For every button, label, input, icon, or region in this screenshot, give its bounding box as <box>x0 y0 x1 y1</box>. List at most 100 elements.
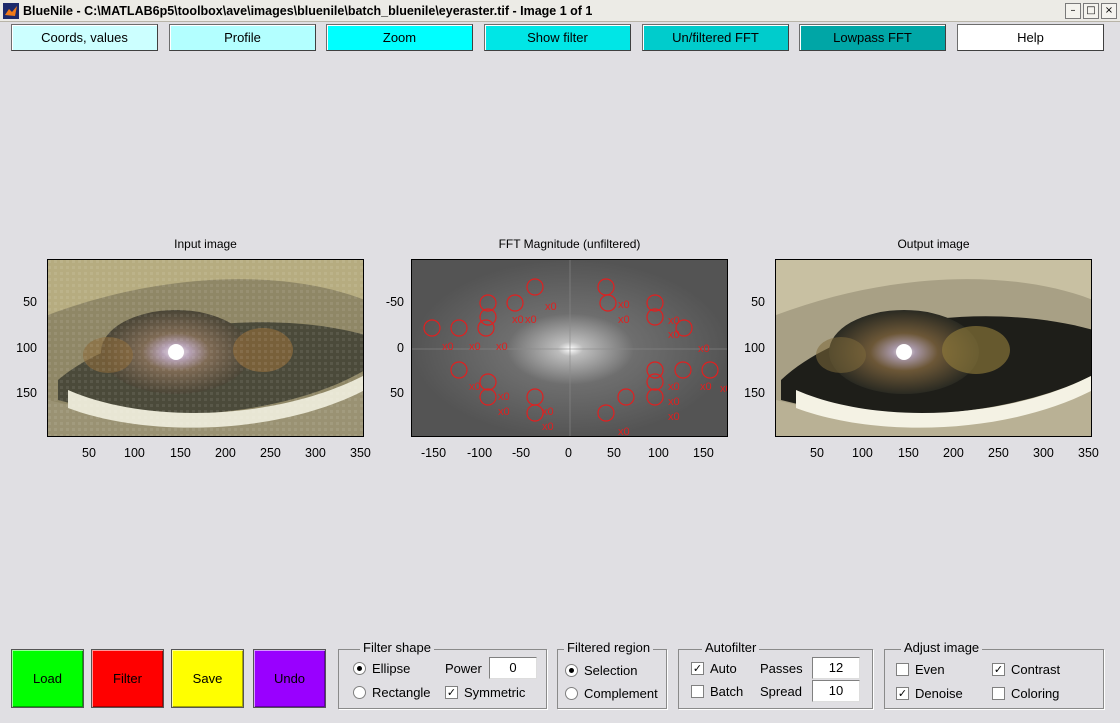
complement-label: Complement <box>584 686 658 701</box>
minimize-icon[interactable]: – <box>1065 3 1081 19</box>
xtick: 250 <box>260 446 281 460</box>
filter-marker-label: x0 <box>542 421 554 433</box>
filter-button[interactable]: Filter <box>91 649 164 708</box>
input-image[interactable] <box>47 259 364 437</box>
maximize-icon[interactable]: □ <box>1083 3 1099 19</box>
unfiltered-fft-button[interactable]: Un/filtered FFT <box>642 24 789 51</box>
filter-marker-label: x0 <box>525 314 537 326</box>
zoom-button[interactable]: Zoom <box>326 24 473 51</box>
radio-selected-icon[interactable] <box>565 664 578 677</box>
denoise-checkbox[interactable]: ✓ Denoise <box>896 686 963 701</box>
filter-marker-label: x0 <box>618 426 630 437</box>
radio-icon[interactable] <box>353 686 366 699</box>
checkmark-icon[interactable]: ✓ <box>691 662 704 675</box>
selection-radio[interactable]: Selection <box>565 663 637 678</box>
ytick: 100 <box>744 341 765 355</box>
radio-selected-icon[interactable] <box>353 662 366 675</box>
ytick: 100 <box>16 341 37 355</box>
xtick: 100 <box>124 446 145 460</box>
output-image[interactable] <box>775 259 1092 437</box>
spread-input[interactable]: 10 <box>812 680 860 702</box>
batch-label: Batch <box>710 684 744 699</box>
ytick: 50 <box>390 386 404 400</box>
filter-marker-label: x0 <box>469 381 481 393</box>
filter-marker-label: x0 <box>469 341 481 353</box>
filter-marker-label: x0 <box>668 315 680 327</box>
fft-magnitude-image[interactable]: x0x0x0x0x0x0x0x0x0x0x0x0x0x0x0x0x0x0x0x0… <box>411 259 728 437</box>
power-input[interactable]: 0 <box>489 657 537 679</box>
filter-marker-label: x0 <box>442 341 454 353</box>
adjust-image-legend: Adjust image <box>901 640 983 655</box>
filter-marker-label: x0 <box>512 314 524 326</box>
checkmark-icon[interactable]: ✓ <box>992 663 1005 676</box>
filter-marker-label: x0 <box>618 314 630 326</box>
profile-button[interactable]: Profile <box>169 24 316 51</box>
autofilter-legend: Autofilter <box>702 640 760 655</box>
xtick: 200 <box>215 446 236 460</box>
input-image-title: Input image <box>174 237 237 251</box>
fft-title: FFT Magnitude (unfiltered) <box>498 237 641 251</box>
radio-icon[interactable] <box>565 687 578 700</box>
checkbox-icon[interactable] <box>691 685 704 698</box>
filter-marker-label: x0 <box>498 406 510 418</box>
filtered-region-legend: Filtered region <box>564 640 654 655</box>
checkbox-icon[interactable] <box>992 687 1005 700</box>
selection-label: Selection <box>584 663 638 678</box>
power-label: Power <box>445 661 482 676</box>
undo-button[interactable]: Undo <box>253 649 326 708</box>
show-filter-button[interactable]: Show filter <box>484 24 631 51</box>
xtick: 100 <box>852 446 873 460</box>
filter-marker-label: x0 <box>496 341 508 353</box>
xtick: -100 <box>467 446 493 460</box>
output-image-title: Output image <box>897 237 970 251</box>
xtick: 250 <box>988 446 1009 460</box>
even-checkbox[interactable]: Even <box>896 662 945 677</box>
rectangle-radio[interactable]: Rectangle <box>353 685 431 700</box>
filter-shape-legend: Filter shape <box>360 640 434 655</box>
ellipse-radio[interactable]: Ellipse <box>353 661 410 676</box>
contrast-checkbox[interactable]: ✓ Contrast <box>992 662 1060 677</box>
title-bar: BlueNile - C:\MATLAB6p5\toolbox\ave\imag… <box>0 0 1120 22</box>
help-button[interactable]: Help <box>957 24 1104 51</box>
checkbox-icon[interactable] <box>896 663 909 676</box>
passes-label: Passes <box>760 661 803 676</box>
checkmark-icon[interactable]: ✓ <box>445 686 458 699</box>
xtick: 0 <box>565 446 572 460</box>
xtick: -50 <box>512 446 531 460</box>
filter-marker-label: x0 <box>668 396 680 408</box>
symmetric-label: Symmetric <box>464 685 526 700</box>
coloring-checkbox[interactable]: Coloring <box>992 686 1059 701</box>
filter-marker-label: x0 <box>498 391 510 403</box>
auto-label: Auto <box>710 661 737 676</box>
autofilter-group: Autofilter ✓ Auto Batch Passes 12 Spread… <box>678 640 873 709</box>
symmetric-checkbox[interactable]: ✓ Symmetric <box>445 685 525 700</box>
xtick: 50 <box>82 446 96 460</box>
coords-values-button[interactable]: Coords, values <box>11 24 158 51</box>
even-label: Even <box>915 662 945 677</box>
ytick: 150 <box>744 386 765 400</box>
close-icon[interactable]: × <box>1101 3 1117 19</box>
auto-checkbox[interactable]: ✓ Auto <box>691 661 737 676</box>
filter-marker-label: x0 <box>668 411 680 423</box>
lowpass-fft-button[interactable]: Lowpass FFT <box>799 24 946 51</box>
xtick: 100 <box>648 446 669 460</box>
complement-radio[interactable]: Complement <box>565 686 658 701</box>
filter-marker-label: x0 <box>542 406 554 418</box>
xtick: 300 <box>305 446 326 460</box>
filter-marker-label: x0 <box>668 329 680 341</box>
xtick: 300 <box>1033 446 1054 460</box>
batch-checkbox[interactable]: Batch <box>691 684 743 699</box>
checkmark-icon[interactable]: ✓ <box>896 687 909 700</box>
xtick: 50 <box>607 446 621 460</box>
spread-label: Spread <box>760 684 802 699</box>
ytick: 50 <box>751 295 765 309</box>
ytick: 50 <box>23 295 37 309</box>
save-button[interactable]: Save <box>171 649 244 708</box>
xtick: -150 <box>421 446 447 460</box>
xtick: 150 <box>170 446 191 460</box>
passes-input[interactable]: 12 <box>812 657 860 679</box>
ytick: 150 <box>16 386 37 400</box>
load-button[interactable]: Load <box>11 649 84 708</box>
xtick: 50 <box>810 446 824 460</box>
filter-marker-label: x0 <box>618 299 630 311</box>
